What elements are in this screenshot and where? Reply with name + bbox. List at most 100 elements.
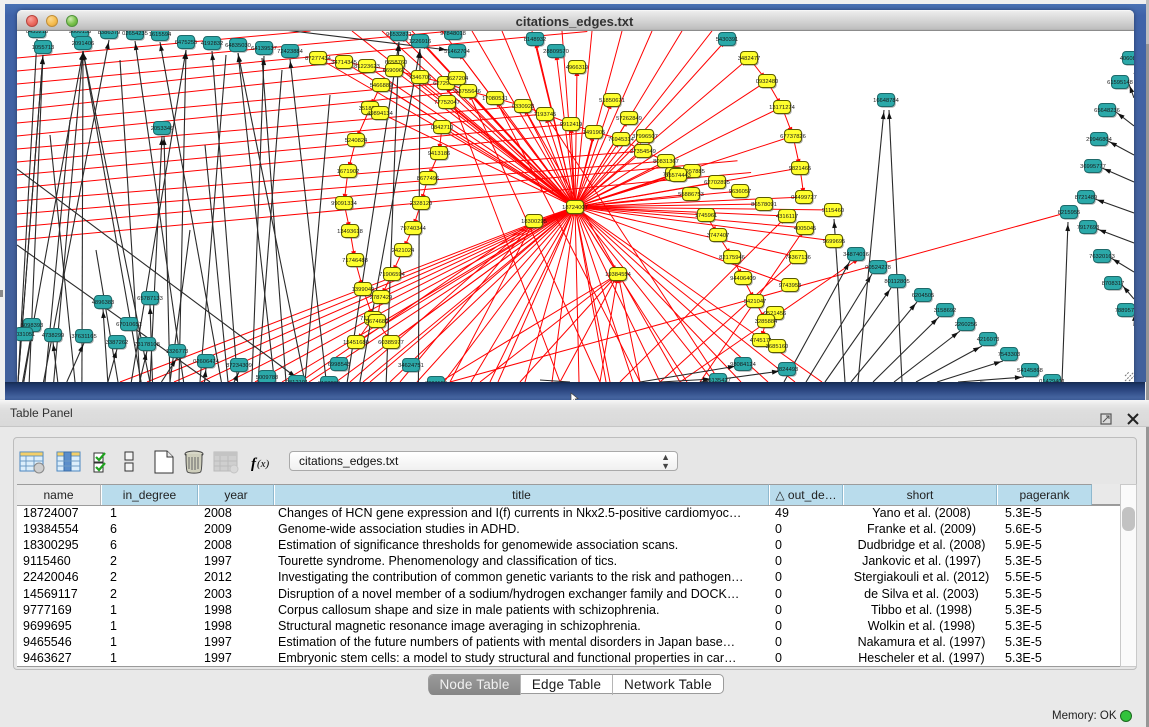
svg-text:0330923: 0330923 (512, 104, 535, 110)
svg-text:1055713: 1055713 (32, 45, 55, 51)
svg-text:3482477: 3482477 (738, 56, 761, 62)
svg-text:71746488: 71746488 (342, 258, 368, 264)
svg-text:8215955: 8215955 (1058, 210, 1081, 216)
svg-text:6475255: 6475255 (175, 40, 198, 46)
svg-text:7917693: 7917693 (1077, 225, 1100, 231)
svg-text:72423884: 72423884 (277, 49, 304, 55)
svg-text:34714345: 34714345 (331, 60, 357, 66)
svg-text:67737826: 67737826 (780, 134, 806, 140)
svg-text:13171274: 13171274 (769, 105, 796, 111)
svg-text:82175946: 82175946 (719, 255, 745, 261)
svg-text:53755646: 53755646 (455, 89, 481, 95)
svg-text:2787429: 2787429 (370, 295, 393, 301)
svg-text:9413186: 9413186 (428, 151, 451, 157)
svg-text:34874016: 34874016 (843, 252, 869, 258)
svg-text:7346706: 7346706 (409, 75, 432, 81)
svg-text:16648784: 16648784 (873, 98, 900, 104)
svg-text:76320163: 76320163 (1089, 254, 1115, 260)
svg-text:5009788: 5009788 (256, 375, 279, 381)
svg-text:97848018: 97848018 (440, 31, 466, 37)
svg-text:9600133: 9600133 (69, 31, 92, 35)
svg-text:8386379: 8386379 (98, 31, 121, 36)
svg-text:79740344: 79740344 (400, 226, 427, 232)
svg-text:7889579: 7889579 (1115, 308, 1134, 314)
svg-text:87277434: 87277434 (305, 56, 332, 62)
svg-text:3158692: 3158692 (934, 308, 957, 314)
svg-text:1326773: 1326773 (166, 349, 189, 355)
svg-text:36995777: 36995777 (1080, 164, 1106, 170)
svg-text:54145868: 54145868 (1017, 368, 1043, 374)
svg-text:19384554: 19384554 (605, 272, 632, 278)
svg-text:(x): (x) (257, 458, 270, 470)
svg-text:2091406: 2091406 (72, 41, 95, 47)
svg-text:1627204: 1627204 (446, 76, 469, 82)
svg-text:1671902: 1671902 (337, 169, 360, 175)
svg-text:87234309: 87234309 (226, 363, 252, 369)
svg-text:96532871: 96532871 (386, 32, 412, 38)
svg-text:00524278: 00524278 (865, 265, 891, 271)
svg-text:8708317: 8708317 (1102, 281, 1125, 287)
svg-text:18724007: 18724007 (562, 205, 588, 211)
svg-text:8148932: 8148932 (524, 37, 547, 43)
svg-text:6998543: 6998543 (328, 362, 351, 368)
svg-text:0842710: 0842710 (431, 125, 454, 131)
svg-text:29946804: 29946804 (1086, 137, 1113, 143)
svg-text:49894134: 49894134 (367, 111, 394, 117)
svg-text:9636057: 9636057 (729, 189, 752, 195)
svg-text:1399049: 1399049 (352, 287, 375, 293)
svg-text:55886753: 55886753 (678, 192, 704, 198)
svg-text:5674680: 5674680 (366, 319, 389, 325)
svg-text:1031051: 1031051 (17, 332, 35, 338)
svg-text:6204505: 6204505 (912, 293, 935, 299)
svg-text:81223623: 81223623 (354, 64, 380, 70)
svg-text:85574443: 85574443 (665, 173, 691, 179)
svg-text:5430391: 5430391 (716, 37, 739, 43)
svg-text:37631165: 37631165 (71, 334, 96, 340)
svg-text:4738299: 4738299 (42, 333, 65, 339)
svg-text:02654235: 02654235 (122, 31, 148, 37)
svg-text:9821465: 9821465 (789, 166, 812, 172)
svg-text:4966319: 4966319 (566, 65, 589, 71)
svg-text:8677496: 8677496 (417, 176, 440, 182)
svg-text:5466889: 5466889 (370, 83, 393, 89)
svg-text:51850671: 51850671 (599, 98, 625, 104)
svg-text:2260256: 2260256 (955, 322, 978, 328)
svg-text:6690967: 6690967 (383, 68, 406, 74)
svg-text:7543303: 7543303 (998, 352, 1021, 358)
svg-text:1491905: 1491905 (583, 130, 606, 136)
svg-text:67010651: 67010651 (116, 322, 142, 328)
svg-text:65787133: 65787133 (137, 296, 163, 302)
svg-text:57262849: 57262849 (616, 116, 642, 122)
svg-text:3747407: 3747407 (707, 233, 730, 239)
svg-text:3685160: 3685160 (766, 344, 789, 350)
svg-text:37996507: 37996507 (632, 134, 658, 140)
svg-text:80831367: 80831367 (653, 159, 679, 165)
svg-text:34624751: 34624751 (398, 363, 424, 369)
svg-text:2328120: 2328120 (410, 201, 433, 207)
svg-text:1745961: 1745961 (695, 213, 718, 219)
svg-text:9743953: 9743953 (779, 283, 802, 289)
svg-text:9115460: 9115460 (822, 208, 844, 214)
svg-text:99091334: 99091334 (331, 201, 358, 207)
svg-text:4192832: 4192832 (201, 41, 224, 47)
svg-text:64139537: 64139537 (251, 46, 277, 52)
svg-text:98084124: 98084124 (730, 362, 757, 368)
svg-text:4060883: 4060883 (1120, 56, 1134, 62)
svg-text:2053346: 2053346 (151, 126, 174, 132)
svg-text:0932480: 0932480 (756, 79, 779, 85)
svg-text:4005045: 4005045 (794, 226, 817, 232)
svg-text:28809570: 28809570 (543, 49, 569, 55)
svg-text:77752047: 77752047 (434, 100, 460, 106)
svg-text:8721489: 8721489 (1075, 195, 1098, 201)
svg-text:17080531: 17080531 (482, 96, 508, 102)
svg-text:4216073: 4216073 (977, 337, 1000, 343)
svg-text:5240824: 5240824 (345, 138, 368, 144)
svg-text:1824493: 1824493 (776, 367, 799, 373)
svg-text:61595148: 61595148 (1107, 80, 1133, 86)
svg-text:0433218: 0433218 (26, 31, 49, 35)
svg-text:9912419: 9912419 (560, 122, 583, 128)
svg-text:64835030: 64835030 (225, 43, 251, 49)
svg-text:04499727: 04499727 (791, 195, 817, 201)
svg-text:73178108: 73178108 (134, 342, 160, 348)
svg-text:4316117: 4316117 (776, 214, 798, 220)
